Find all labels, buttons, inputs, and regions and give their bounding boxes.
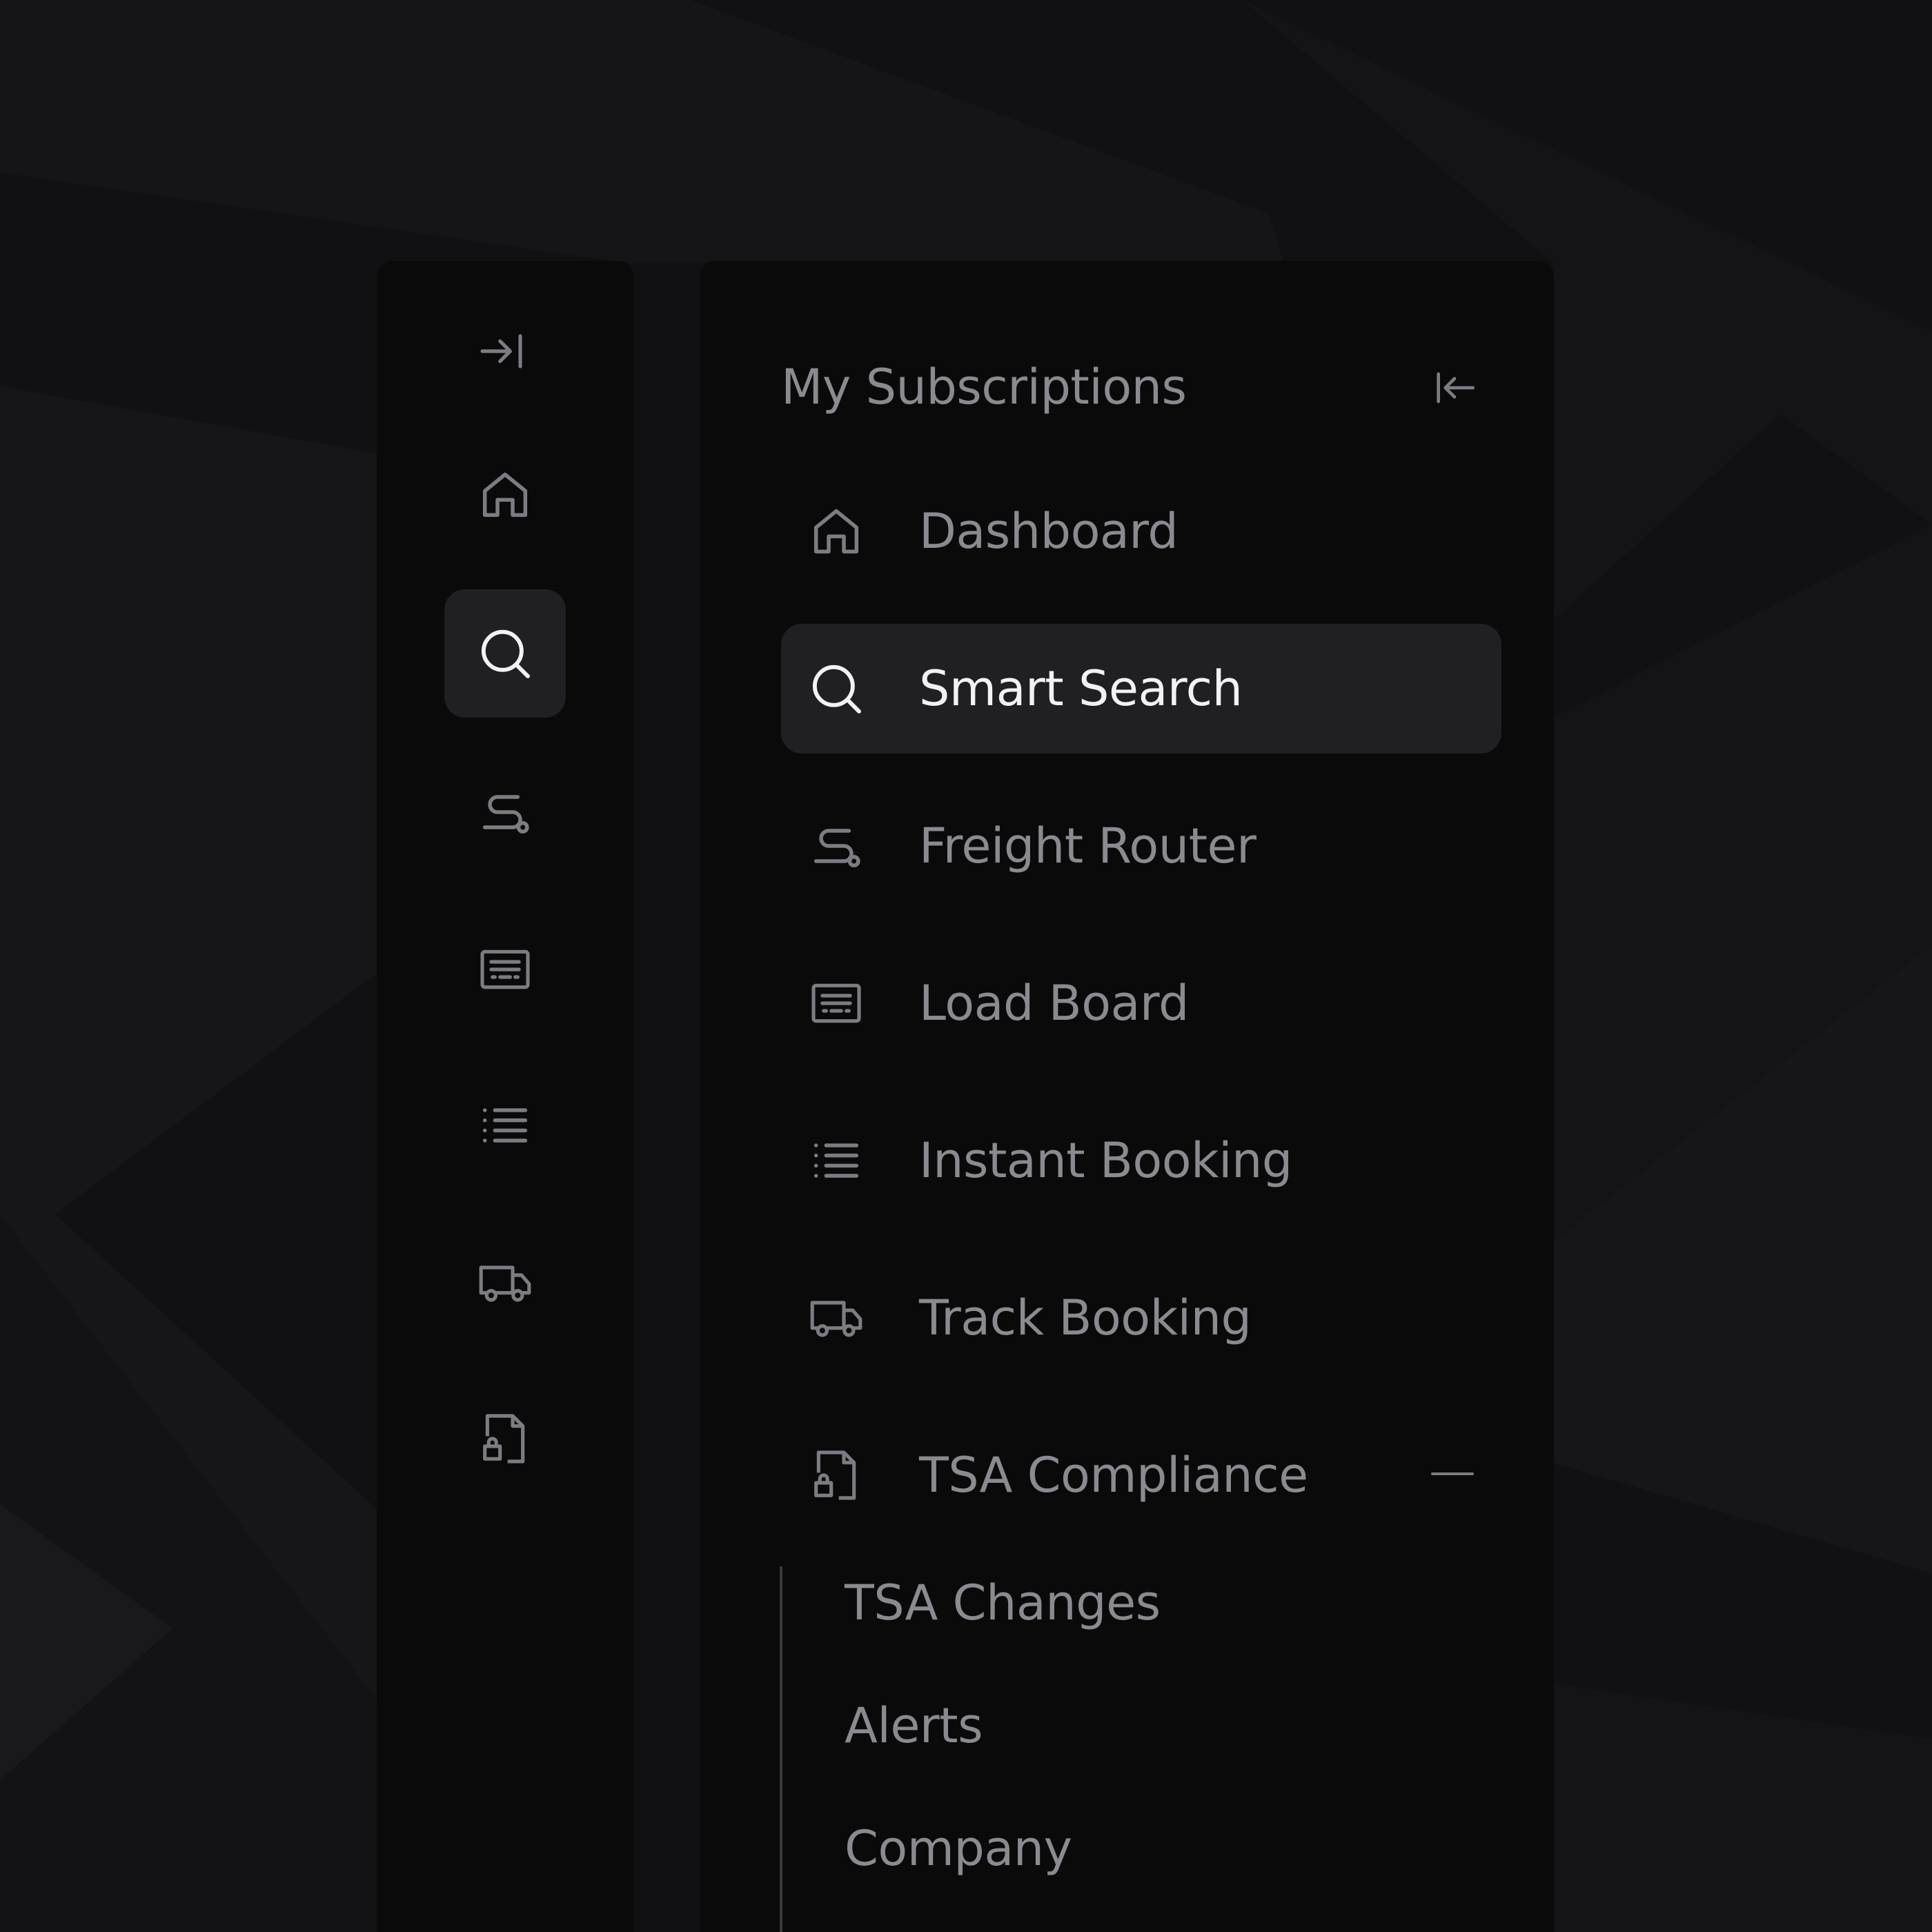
collapse-group-minus-icon[interactable] [1431, 1472, 1474, 1475]
sidebar-expand-icon [480, 334, 522, 368]
home-icon [814, 509, 859, 554]
nav-item-label: Smart Search [919, 660, 1243, 717]
sub-item-company[interactable]: Company [845, 1804, 1072, 1893]
rail-item-tsa-compliance[interactable] [444, 1374, 566, 1503]
search-icon [812, 664, 861, 713]
file-lock-icon [483, 1414, 525, 1463]
rail-item-track-booking[interactable] [444, 1219, 566, 1347]
nav-item-label: TSA Compliance [919, 1447, 1308, 1504]
collapse-sidebar-button[interactable] [1424, 357, 1485, 418]
nav-item-label: Dashboard [919, 503, 1179, 560]
submenu-guide-line [780, 1566, 782, 1932]
sub-item-tsa-changes[interactable]: TSA Changes [845, 1558, 1161, 1648]
nav-item-dashboard[interactable]: Dashboard [781, 466, 1501, 596]
rail-item-load-board[interactable] [444, 905, 566, 1034]
collapsed-sidebar [377, 261, 633, 1932]
rail-item-freight-router[interactable] [444, 748, 566, 876]
rail-item-instant-booking[interactable] [444, 1061, 566, 1190]
nav-item-smart-search[interactable]: Smart Search [781, 624, 1501, 753]
panel-title: My Subscriptions [781, 359, 1187, 415]
file-lock-icon [814, 1450, 856, 1500]
expand-sidebar-button[interactable] [444, 287, 566, 415]
nav-item-label: Load Board [919, 975, 1189, 1032]
nav-item-label: Freight Router [919, 818, 1256, 874]
truck-icon [479, 1265, 531, 1302]
nav-item-label: Instant Booking [919, 1132, 1292, 1189]
list-icon [482, 1108, 528, 1143]
app-stage: My Subscriptions Dashboard Smart Search [0, 0, 1932, 1932]
load-board-icon [811, 983, 861, 1023]
load-board-icon [480, 949, 530, 989]
route-icon [814, 829, 860, 867]
sidebar-collapse-icon [1437, 372, 1475, 404]
nav-item-instant-booking[interactable]: Instant Booking [781, 1096, 1501, 1225]
list-icon [814, 1143, 859, 1178]
nav-item-label: Track Booking [919, 1290, 1252, 1346]
sub-item-alerts[interactable]: Alerts [845, 1681, 983, 1771]
home-icon [482, 472, 528, 518]
expanded-sidebar: My Subscriptions Dashboard Smart Search [700, 261, 1554, 1932]
route-icon [482, 795, 529, 834]
nav-item-freight-router[interactable]: Freight Router [781, 781, 1501, 911]
nav-item-load-board[interactable]: Load Board [781, 938, 1501, 1068]
rail-item-dashboard[interactable] [444, 431, 566, 559]
nav-item-track-booking[interactable]: Track Booking [781, 1253, 1501, 1383]
rail-item-smart-search[interactable] [444, 589, 566, 718]
truck-icon [810, 1301, 862, 1337]
nav-item-tsa-compliance[interactable]: TSA Compliance [781, 1410, 1501, 1540]
search-icon [481, 629, 530, 678]
